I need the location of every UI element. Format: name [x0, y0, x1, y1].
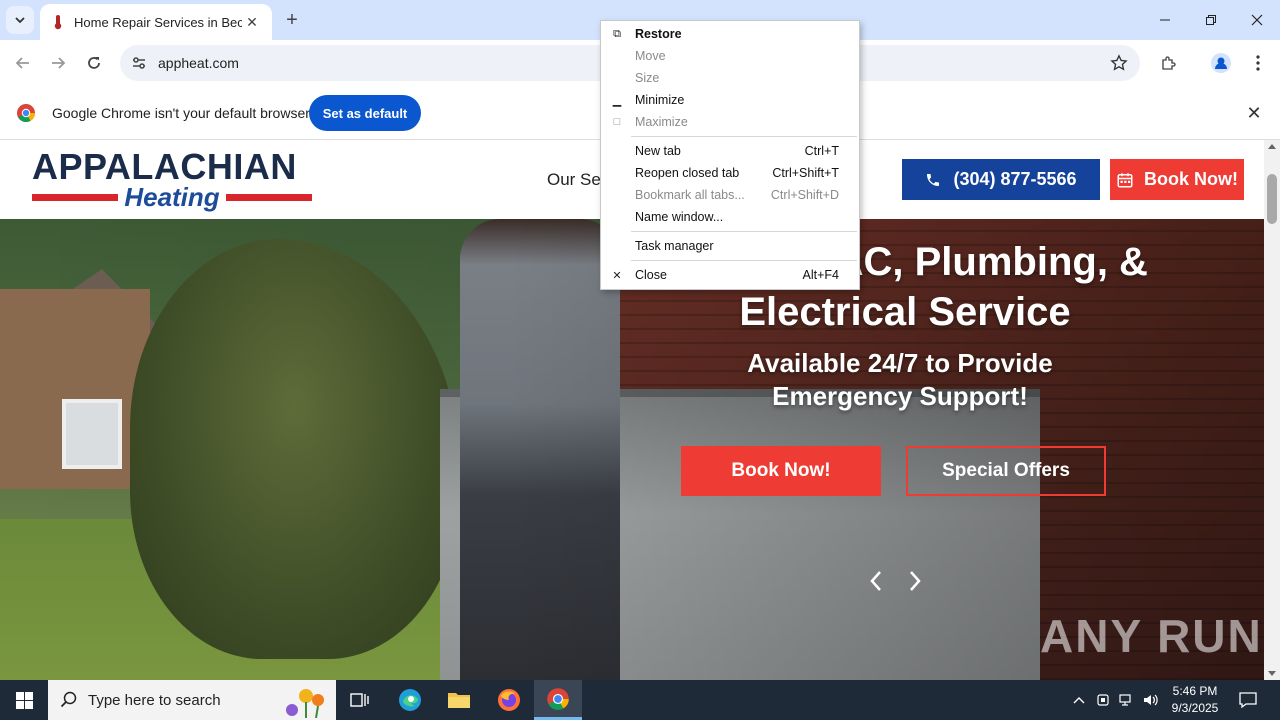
- notifications-button[interactable]: [1234, 680, 1262, 720]
- anyrun-watermark: ANY RUN: [1040, 610, 1263, 662]
- arrow-right-icon: [52, 57, 66, 69]
- book-now-header-button[interactable]: Book Now!: [1110, 159, 1244, 200]
- profile-button[interactable]: [1208, 50, 1234, 76]
- taskbar-clock[interactable]: 5:46 PM 9/3/2025: [1160, 683, 1230, 717]
- restore-icon: ⧉: [613, 27, 621, 40]
- close-icon: ✕: [612, 269, 622, 282]
- start-button[interactable]: [0, 680, 48, 720]
- maximize-icon: □: [613, 116, 621, 128]
- scroll-up-icon[interactable]: [1268, 144, 1276, 149]
- book-now-label: Book Now!: [1144, 169, 1238, 189]
- minimize-icon: ▁: [612, 94, 622, 107]
- menu-item-move: Move: [635, 49, 666, 63]
- back-button[interactable]: [8, 48, 38, 78]
- menu-item-reopen-closed-tab[interactable]: Reopen closed tab Ctrl+Shift+T: [601, 162, 859, 184]
- extensions-button[interactable]: [1156, 50, 1182, 76]
- menu-item-close[interactable]: ✕ Close Alt+F4: [601, 264, 859, 286]
- infobar-close-icon[interactable]: ✕: [1244, 103, 1264, 123]
- volume-icon[interactable]: [1140, 680, 1162, 720]
- slider-prev-button[interactable]: [864, 566, 888, 596]
- set-as-default-button[interactable]: Set as default: [309, 95, 421, 131]
- reload-icon: [88, 57, 100, 69]
- infobar-message: Google Chrome isn't your default browser: [52, 105, 310, 121]
- taskbar-edge[interactable]: [386, 680, 434, 720]
- edge-icon: [399, 689, 421, 711]
- menu-item-bookmark-all-tabs: Bookmark all tabs... Ctrl+Shift+D: [635, 188, 839, 202]
- taskbar-firefox[interactable]: [485, 680, 533, 720]
- close-window-button[interactable]: [1234, 0, 1280, 40]
- task-view-icon: [350, 693, 369, 707]
- clock-date: 9/3/2025: [1171, 701, 1219, 715]
- bookmark-star-icon[interactable]: [1108, 52, 1130, 74]
- slider-next-button[interactable]: [903, 566, 927, 596]
- folder-icon: [448, 693, 470, 708]
- menu-item-maximize: □ Maximize: [601, 111, 859, 133]
- tray-device-icon[interactable]: [1092, 680, 1114, 720]
- taskbar-chrome[interactable]: [534, 680, 582, 720]
- hero-book-now-button[interactable]: Book Now!: [681, 446, 881, 496]
- firefox-icon: [498, 689, 520, 711]
- notification-icon: [1239, 692, 1257, 708]
- chevron-down-icon: [15, 17, 25, 24]
- site-logo[interactable]: APPALACHIAN Heating: [32, 146, 312, 212]
- minimize-window-button[interactable]: [1142, 0, 1188, 40]
- window-context-menu: ⧉ Restore Move Size ▁ Minimize □ Maximiz…: [600, 20, 860, 290]
- tab-search-button[interactable]: [6, 6, 34, 34]
- special-offers-button[interactable]: Special Offers: [906, 446, 1106, 496]
- arrow-left-icon: [15, 57, 29, 69]
- network-icon[interactable]: [1116, 680, 1138, 720]
- chevron-left-icon: [870, 571, 881, 591]
- windows-logo-icon: [15, 691, 33, 709]
- puzzle-icon: [1162, 56, 1176, 70]
- chrome-icon: [547, 687, 569, 710]
- restore-window-button[interactable]: [1188, 0, 1234, 40]
- logo-text-bottom: Heating: [124, 182, 220, 212]
- chevron-up-icon: [1073, 697, 1085, 704]
- menu-item-name-window[interactable]: Name window...: [601, 206, 859, 228]
- forward-button[interactable]: [43, 48, 73, 78]
- site-settings-icon[interactable]: [128, 52, 150, 74]
- tab-title: Home Repair Services in Beckle: [74, 14, 242, 30]
- tray-overflow-button[interactable]: [1068, 680, 1090, 720]
- chevron-right-icon: [910, 571, 921, 591]
- menu-item-new-tab[interactable]: New tab Ctrl+T: [601, 140, 859, 162]
- logo-text-top: APPALACHIAN: [32, 146, 297, 187]
- tab-close-icon[interactable]: ✕: [242, 12, 262, 32]
- avatar-icon: [1211, 53, 1231, 73]
- close-icon: [1251, 14, 1263, 26]
- phone-button[interactable]: (304) 877-5566: [902, 159, 1100, 200]
- taskbar-search-placeholder: Type here to search: [88, 691, 221, 709]
- calendar-icon: [1117, 172, 1133, 187]
- restore-icon: [1206, 15, 1216, 25]
- clock-time: 5:46 PM: [1172, 684, 1218, 698]
- search-icon: [60, 691, 77, 708]
- menu-item-size: Size: [635, 71, 660, 85]
- page-scrollbar[interactable]: [1264, 140, 1280, 680]
- thermometer-favicon-icon: [54, 15, 62, 30]
- taskbar-search-box[interactable]: Type here to search: [48, 680, 336, 720]
- menu-item-restore[interactable]: ⧉ Restore: [601, 23, 859, 45]
- reload-button[interactable]: [79, 48, 109, 78]
- scrollbar-thumb[interactable]: [1267, 174, 1277, 224]
- menu-item-minimize[interactable]: ▁ Minimize: [601, 89, 859, 111]
- kebab-menu-icon: [1256, 55, 1260, 71]
- scroll-down-icon[interactable]: [1268, 671, 1276, 676]
- nav-our-services[interactable]: Our Se: [547, 170, 601, 190]
- task-view-button[interactable]: [336, 680, 384, 720]
- menu-item-task-manager[interactable]: Task manager: [601, 235, 859, 257]
- hero-subtitle: Available 24/7 to Provide Emergency Supp…: [747, 348, 1053, 411]
- url-text: appheat.com: [158, 55, 239, 71]
- taskbar-file-explorer[interactable]: [435, 680, 483, 720]
- flowers-decoration-icon: [286, 689, 324, 718]
- phone-number: (304) 877-5566: [953, 169, 1077, 189]
- browser-tab[interactable]: Home Repair Services in Beckle ✕: [40, 4, 272, 40]
- windows-taskbar: Type here to search 5:46 PM 9/3/2025: [0, 680, 1280, 720]
- menu-button[interactable]: [1245, 50, 1271, 76]
- new-tab-button[interactable]: +: [280, 8, 304, 32]
- phone-icon: [927, 173, 940, 186]
- chrome-logo-icon: [17, 104, 36, 123]
- minimize-icon: [1160, 19, 1170, 21]
